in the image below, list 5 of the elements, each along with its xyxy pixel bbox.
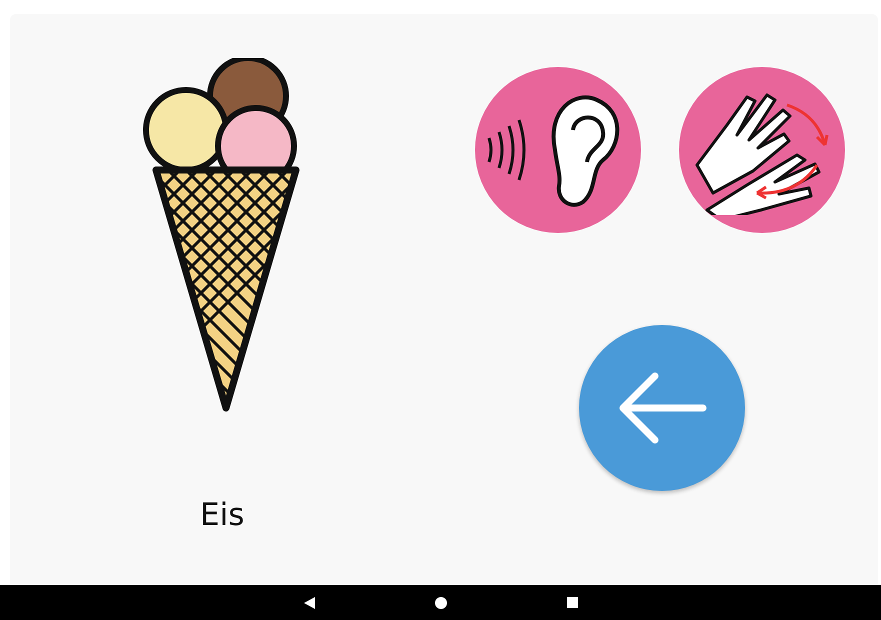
word-label: Eis [200,496,246,535]
back-arrow-icon [617,370,707,446]
home-nav-icon[interactable] [434,596,446,608]
recents-nav-icon[interactable] [566,597,578,608]
back-nav-icon[interactable] [304,596,314,608]
